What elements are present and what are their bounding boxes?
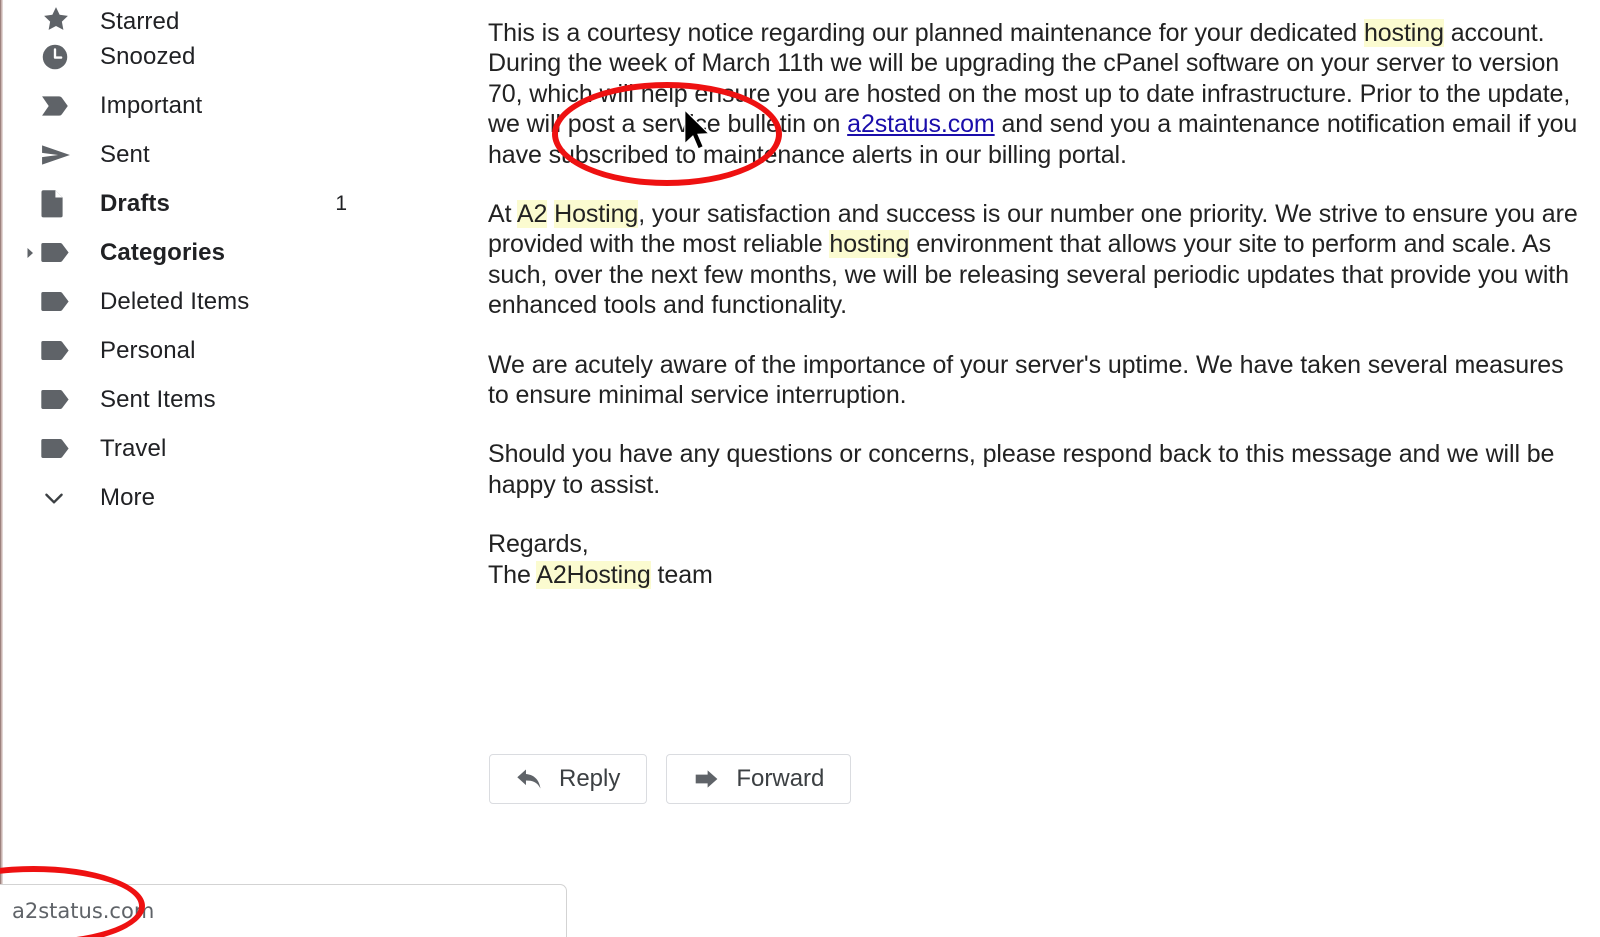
chevron-right-icon[interactable] <box>23 246 37 260</box>
signature-line-2-text-2: team <box>650 560 713 589</box>
important-icon <box>41 95 71 117</box>
email-paragraph-2: At A2 Hosting, your satisfaction and suc… <box>488 199 1588 321</box>
sidebar-item-count: 1 <box>335 191 347 215</box>
sidebar-item-label: Sent Items <box>100 385 216 413</box>
sidebar-item-sent-items[interactable]: Sent Items <box>3 375 473 424</box>
document-icon <box>41 189 71 218</box>
label-icon <box>41 389 71 410</box>
mailbox-sidebar: Starred Snoozed Important Sent Drafts 1 Catego… <box>3 0 473 937</box>
sidebar-item-label: Deleted Items <box>100 287 250 315</box>
email-client-window: Starred Snoozed Important Sent Drafts 1 Catego… <box>0 0 1600 937</box>
sidebar-item-snoozed[interactable]: Snoozed <box>3 32 473 81</box>
star-icon <box>41 4 71 34</box>
sidebar-item-deleted-items[interactable]: Deleted Items <box>3 277 473 326</box>
signature-line-2-text-1: The <box>488 560 537 589</box>
email-action-bar: Reply Forward <box>489 754 852 804</box>
chevron-down-icon <box>41 485 71 511</box>
sidebar-item-label: More <box>100 483 156 511</box>
a2status-link[interactable]: a2status.com <box>847 110 995 138</box>
email-signature: Regards, The A2Hosting team <box>488 529 1588 590</box>
sidebar-item-more[interactable]: More <box>3 473 473 522</box>
forward-arrow-icon <box>693 768 719 790</box>
email-paragraph-4: Should you have any questions or concern… <box>488 440 1555 499</box>
highlight-hosting-1: hosting <box>1363 19 1444 47</box>
sidebar-item-important[interactable]: Important <box>3 81 473 130</box>
label-icon <box>41 438 71 459</box>
reply-button[interactable]: Reply <box>489 754 648 804</box>
sidebar-item-label: Sent <box>100 140 150 168</box>
sidebar-item-label: Travel <box>100 434 167 462</box>
label-icon <box>41 242 71 263</box>
email-body: This is a courtesy notice regarding our … <box>488 0 1588 820</box>
email-paragraph-3: We are acutely aware of the importance o… <box>488 350 1564 410</box>
highlight-a2hosting: A2Hosting <box>536 560 651 589</box>
sidebar-item-label: Categories <box>100 238 226 266</box>
forward-button-label: Forward <box>736 765 825 792</box>
sidebar-item-starred[interactable]: Starred <box>3 0 473 35</box>
browser-status-bar: a2status.com <box>0 884 567 937</box>
highlight-hosting-2: Hosting <box>554 200 639 229</box>
sidebar-item-label: Snoozed <box>100 42 196 70</box>
reply-arrow-icon <box>516 768 542 790</box>
reply-button-label: Reply <box>559 765 621 792</box>
email-paragraph-1: This is a courtesy notice regarding our … <box>488 18 1588 170</box>
sidebar-item-label: Personal <box>100 336 196 364</box>
sidebar-item-label: Important <box>100 91 203 119</box>
highlight-a2: A2 <box>516 200 548 229</box>
sidebar-item-drafts[interactable]: Drafts 1 <box>3 179 473 228</box>
signature-line-1: Regards, <box>488 530 589 559</box>
paragraph2-text-1: At <box>488 200 517 229</box>
sidebar-item-sent[interactable]: Sent <box>3 130 473 179</box>
label-icon <box>41 340 71 361</box>
send-icon <box>41 144 71 166</box>
sidebar-item-travel[interactable]: Travel <box>3 424 473 473</box>
paragraph1-text-1: This is a courtesy notice regarding our … <box>488 19 1364 47</box>
sidebar-item-personal[interactable]: Personal <box>3 326 473 375</box>
label-icon <box>41 291 71 312</box>
sidebar-item-label: Drafts <box>100 189 170 217</box>
forward-button[interactable]: Forward <box>666 754 852 804</box>
status-bar-url: a2status.com <box>12 899 155 923</box>
sidebar-item-categories[interactable]: Categories <box>3 228 473 277</box>
highlight-hosting-3: hosting <box>829 230 910 259</box>
clock-icon <box>41 43 71 71</box>
